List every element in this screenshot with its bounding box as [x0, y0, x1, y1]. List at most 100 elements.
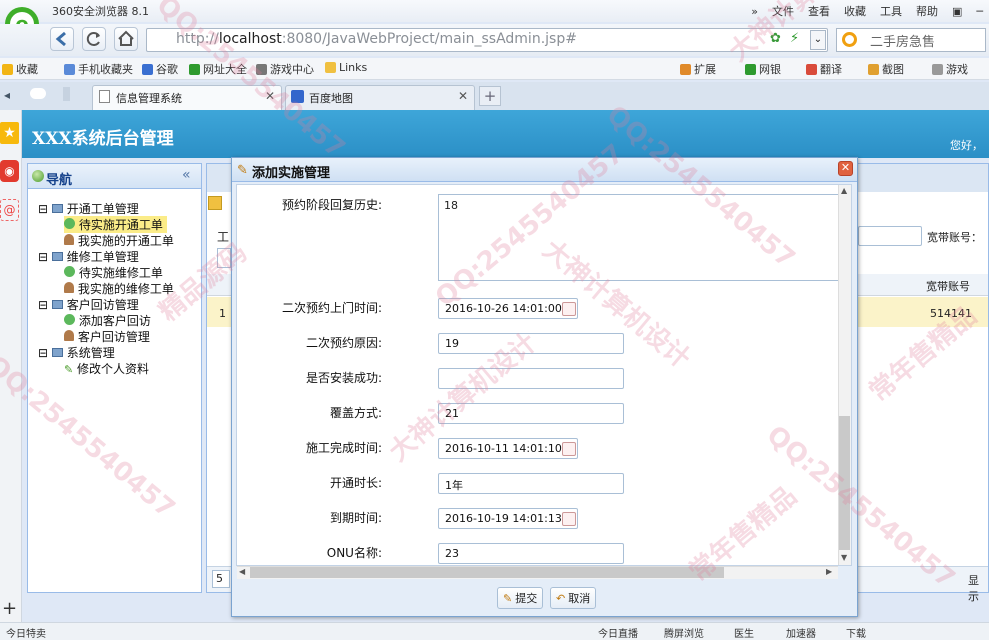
scroll-up-icon[interactable]: ▲: [841, 186, 847, 195]
tab-close-icon[interactable]: ✕: [265, 89, 275, 103]
coverage-method-label: 覆盖方式:: [329, 406, 382, 420]
filter-field[interactable]: [858, 226, 922, 246]
status-accelerator[interactable]: 加速器: [786, 625, 816, 640]
bank-icon: [745, 63, 756, 75]
status-screen[interactable]: 腾屏浏览: [664, 625, 704, 640]
toolbar-bank[interactable]: 网银: [745, 61, 781, 77]
flash-icon[interactable]: ⚡: [790, 31, 799, 46]
tree-group-visit[interactable]: ⊟ 客户回访管理: [38, 296, 139, 313]
filter-input[interactable]: [217, 248, 231, 268]
onu-name-input[interactable]: 23: [438, 543, 624, 564]
tree-item-pending-repair[interactable]: 待实施维修工单: [64, 264, 163, 281]
folder-icon: [325, 62, 336, 73]
address-dropdown-icon[interactable]: ⌄: [810, 30, 826, 50]
second-appointment-reason-label: 二次预约原因:: [305, 336, 382, 350]
skin-icon[interactable]: ▣: [952, 5, 962, 18]
user-icon: [64, 330, 74, 341]
menu-more-icon[interactable]: »: [751, 5, 758, 18]
monitor-icon: [51, 348, 63, 357]
fav-google[interactable]: 谷歌: [142, 61, 178, 77]
toolbar-translate[interactable]: 翻译: [806, 61, 842, 77]
status-download[interactable]: 下载: [846, 625, 866, 640]
browser-sidebar: [0, 110, 22, 622]
refresh-button[interactable]: [82, 27, 106, 51]
install-success-input[interactable]: [438, 368, 624, 389]
new-tab-button[interactable]: +: [479, 86, 501, 106]
column-broadband-account[interactable]: 宽带账号: [926, 278, 970, 294]
expiry-time-input[interactable]: 2016-10-19 14:01:13: [438, 508, 578, 529]
fav-mobile[interactable]: 手机收藏夹: [64, 61, 133, 77]
service-duration-input[interactable]: 1年: [438, 473, 624, 494]
menu-tools[interactable]: 工具: [880, 3, 902, 19]
toolbar-games[interactable]: 游戏: [932, 61, 968, 77]
toolbar-extensions[interactable]: 扩展: [680, 61, 716, 77]
scroll-down-icon[interactable]: ▼: [841, 553, 847, 562]
status-deals[interactable]: 今日特卖: [6, 625, 46, 640]
tree-group-opening[interactable]: ⊟ 开通工单管理: [38, 200, 139, 217]
tree-item-my-opening[interactable]: 我实施的开通工单: [64, 232, 174, 249]
tree-item-pending-opening[interactable]: 待实施开通工单: [64, 216, 167, 233]
nav-globe-icon: [32, 170, 44, 182]
status-doctor[interactable]: 医生: [734, 625, 754, 640]
tree-item-add-visit[interactable]: 添加客户回访: [64, 312, 151, 329]
speed-icon[interactable]: ✿: [770, 31, 781, 46]
monitor-icon: [51, 252, 63, 261]
calendar-icon[interactable]: [562, 302, 576, 316]
menu-help[interactable]: 帮助: [916, 3, 938, 19]
menu-favorites[interactable]: 收藏: [844, 3, 866, 19]
monitor-icon: [51, 204, 63, 213]
calendar-icon[interactable]: [562, 512, 576, 526]
search-engine-icon[interactable]: [842, 32, 857, 47]
edit-icon: [208, 196, 222, 210]
second-appointment-time-input[interactable]: 2016-10-26 14:01:00: [438, 298, 578, 319]
collapse-icon[interactable]: «: [182, 167, 191, 183]
sidebar-toggle-icon[interactable]: ◂: [4, 88, 10, 102]
add-sidebar-icon[interactable]: +: [2, 598, 17, 619]
scroll-left-icon[interactable]: ◀: [239, 567, 245, 576]
cloud-icon[interactable]: [30, 88, 46, 99]
expiry-time-label: 到期时间:: [329, 511, 382, 525]
tree-item-my-repair[interactable]: 我实施的维修工单: [64, 280, 174, 297]
menu-file[interactable]: 文件: [772, 3, 794, 19]
add-circle-icon: [64, 266, 75, 277]
status-live[interactable]: 今日直播: [598, 625, 638, 640]
fav-sites[interactable]: 网址大全: [189, 61, 247, 77]
service-duration-label: 开通时长:: [329, 476, 382, 490]
vertical-scroll-thumb[interactable]: [839, 416, 850, 550]
calendar-icon[interactable]: [562, 442, 576, 456]
coverage-method-input[interactable]: 21: [438, 403, 624, 424]
star-icon[interactable]: ★: [0, 122, 19, 144]
address-url[interactable]: http://localhost:8080/JavaWebProject/mai…: [176, 31, 577, 47]
page-icon[interactable]: [63, 87, 70, 101]
scroll-right-icon[interactable]: ▶: [826, 567, 832, 576]
second-appointment-reason-input[interactable]: 19: [438, 333, 624, 354]
tree-item-visit-manage[interactable]: 客户回访管理: [64, 328, 150, 345]
construction-complete-time-input[interactable]: 2016-10-11 14:01:10: [438, 438, 578, 459]
fav-links[interactable]: Links: [325, 61, 367, 74]
cancel-button[interactable]: ↶ 取消: [550, 587, 597, 609]
install-success-label: 是否安装成功:: [305, 371, 382, 385]
window-title: 360安全浏览器 8.1: [52, 5, 149, 18]
tree-group-repair[interactable]: ⊟ 维修工单管理: [38, 248, 139, 265]
toolbar-screenshot[interactable]: 截图: [868, 61, 904, 77]
home-button[interactable]: [114, 27, 138, 51]
minimize-icon[interactable]: ─: [976, 5, 983, 18]
pager-display-info: 显示: [968, 574, 979, 603]
fav-games[interactable]: 游戏中心: [256, 61, 314, 77]
dialog-close-button[interactable]: ✕: [838, 161, 853, 176]
page-size-select[interactable]: 5: [212, 570, 230, 588]
back-button[interactable]: [50, 27, 74, 51]
gamepad-icon: [256, 63, 267, 75]
submit-button[interactable]: ✎ 提交: [497, 587, 544, 609]
tree-group-system[interactable]: ⊟ 系统管理: [38, 344, 115, 361]
app-title: XXX系统后台管理: [32, 129, 174, 149]
google-icon: [142, 63, 153, 75]
mail-icon[interactable]: @: [0, 199, 19, 221]
weibo-icon[interactable]: ◉: [0, 160, 19, 182]
history-textarea[interactable]: 18: [438, 194, 839, 281]
fav-collect[interactable]: 收藏: [2, 61, 38, 77]
menu-view[interactable]: 查看: [808, 3, 830, 19]
tree-item-edit-profile[interactable]: ✎ 修改个人资料: [64, 360, 149, 377]
horizontal-scroll-thumb[interactable]: [250, 567, 724, 578]
tab-close-icon[interactable]: ✕: [458, 89, 468, 103]
